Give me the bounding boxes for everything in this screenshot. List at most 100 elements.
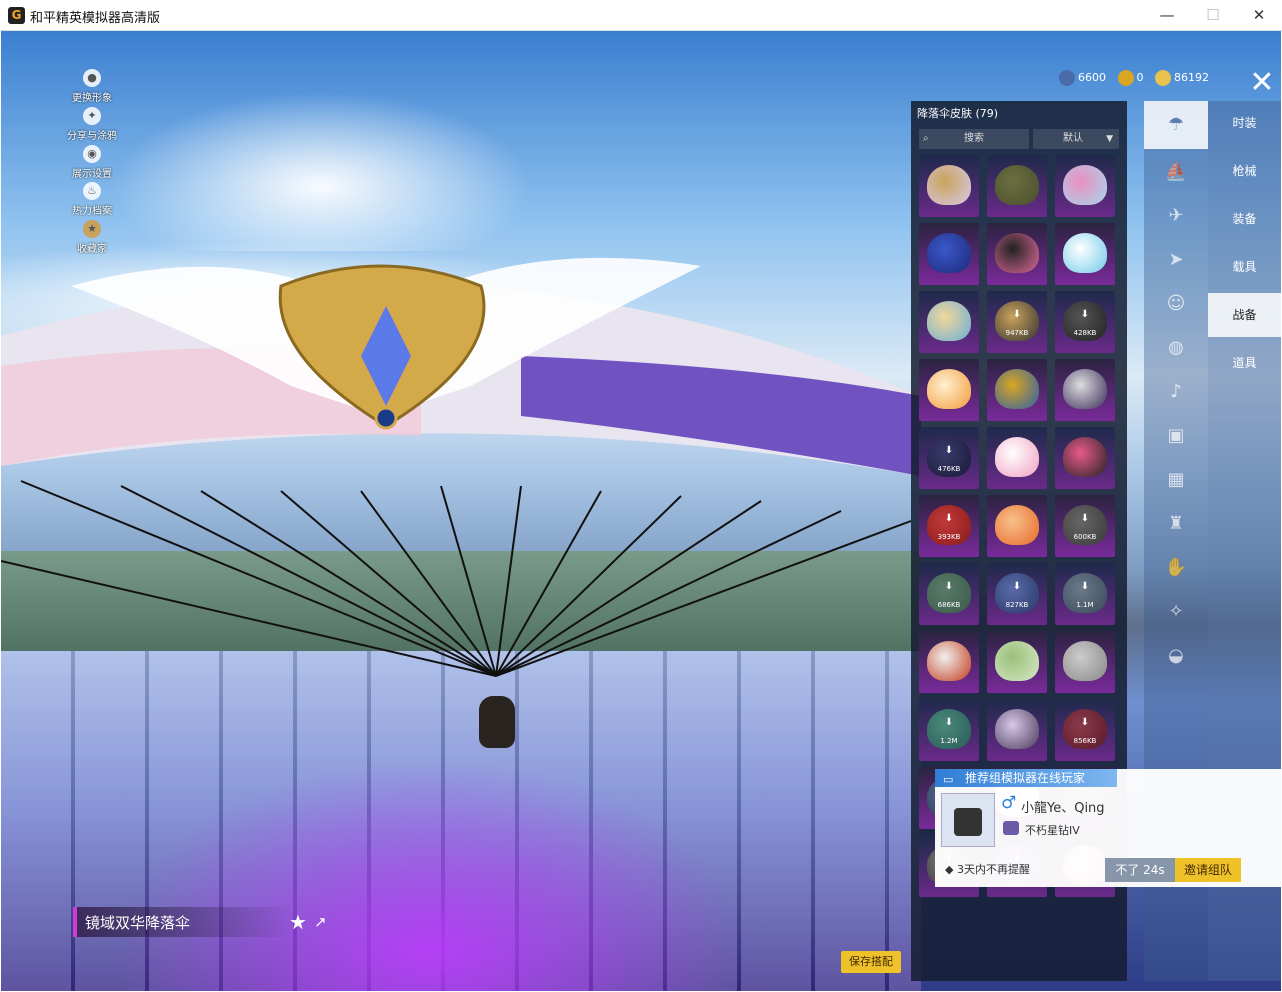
skin-item[interactable] <box>919 291 979 353</box>
emote-icon[interactable]: ☺ <box>1156 287 1196 321</box>
currency-uc: 0 <box>1117 70 1144 86</box>
minimize-button[interactable]: — <box>1144 0 1190 31</box>
menu-label: 热力档案 <box>72 206 112 217</box>
tab-4[interactable]: 战备 <box>1208 293 1281 337</box>
parachute-thumbnail <box>995 369 1039 409</box>
share-icon[interactable]: ↗ <box>314 913 327 931</box>
male-icon: ♂ <box>1001 793 1017 813</box>
magic-wand-icon[interactable]: ✧ <box>1156 595 1196 629</box>
change-avatar-button[interactable]: ● 更换形象 <box>63 69 121 104</box>
parachute-thumbnail <box>1063 165 1107 205</box>
recommended-player-popup: ▭ 推荐组模拟器在线玩家 ♂ 小龍Ye、Qing 不朽星钻IV ◆ 3天内不再提… <box>935 769 1281 887</box>
skin-item[interactable] <box>987 359 1047 421</box>
parachute-thumbnail <box>1063 641 1107 681</box>
photo-frame-icon[interactable]: ▦ <box>1156 463 1196 497</box>
download-icon: ⬇ <box>944 445 954 456</box>
skin-item[interactable] <box>1055 359 1115 421</box>
skin-item[interactable] <box>1055 155 1115 217</box>
skin-item[interactable]: ⬇ 428KB <box>1055 291 1115 353</box>
heat-profile-button[interactable]: ♨ 热力档案 <box>63 182 121 217</box>
download-size: 600KB <box>1073 533 1097 541</box>
skin-item[interactable]: ⬇ 827KB <box>987 563 1047 625</box>
extinguisher-icon[interactable]: ♜ <box>1156 507 1196 541</box>
boat-icon[interactable]: ⛵ <box>1156 155 1196 189</box>
badge-icon[interactable]: ▣ <box>1156 419 1196 453</box>
skin-item[interactable] <box>919 223 979 285</box>
parachute-thumbnail <box>995 641 1039 681</box>
parachute-thumbnail <box>1063 233 1107 273</box>
menu-label: 展示设置 <box>72 169 112 180</box>
download-icon: ⬇ <box>1080 309 1090 320</box>
menu-label: 分享与涂鸦 <box>67 131 117 142</box>
decline-button[interactable]: 不了 24s <box>1105 858 1175 882</box>
helmet-icon[interactable]: ◒ <box>1156 639 1196 673</box>
download-size: 1.2M <box>940 737 958 745</box>
sort-dropdown[interactable]: 默认 ▼ <box>1033 129 1119 149</box>
download-size: 947KB <box>1005 329 1029 337</box>
tab-0[interactable]: 时装 <box>1208 101 1281 145</box>
parachute-thumbnail <box>1063 369 1107 409</box>
skin-item[interactable]: ⬇ 1.2M <box>919 699 979 761</box>
download-size: 393KB <box>937 533 961 541</box>
parachute-icon[interactable]: ☂ <box>1144 101 1208 149</box>
skin-item[interactable] <box>919 631 979 693</box>
hand-icon[interactable]: ✋ <box>1156 551 1196 585</box>
skin-item[interactable]: ⬇ 476KB <box>919 427 979 489</box>
parachute-thumbnail <box>995 505 1039 545</box>
plane-icon[interactable]: ✈ <box>1156 199 1196 233</box>
skin-item[interactable] <box>987 427 1047 489</box>
coupon-icon <box>1059 70 1075 86</box>
invite-team-button[interactable]: 邀请组队 <box>1175 858 1241 882</box>
tab-2[interactable]: 装备 <box>1208 197 1281 241</box>
close-icon[interactable]: ✕ <box>1245 66 1279 100</box>
collector-button[interactable]: ★ 收藏家 <box>63 220 121 255</box>
speaker-icon[interactable]: ♪ <box>1156 375 1196 409</box>
parachute-thumbnail <box>1063 437 1107 477</box>
skin-item[interactable]: ⬇ 856KB <box>1055 699 1115 761</box>
download-size: 686KB <box>937 601 961 609</box>
skin-item[interactable] <box>1055 223 1115 285</box>
skin-item[interactable] <box>919 155 979 217</box>
skin-item[interactable]: ⬇ 600KB <box>1055 495 1115 557</box>
window-title: 和平精英模拟器高清版 <box>30 11 161 26</box>
skin-item[interactable] <box>987 223 1047 285</box>
search-input[interactable]: ⌕ 搜索 <box>919 129 1029 149</box>
skin-item[interactable] <box>987 631 1047 693</box>
skin-item[interactable] <box>987 495 1047 557</box>
tab-1[interactable]: 枪械 <box>1208 149 1281 193</box>
tab-5[interactable]: 道具 <box>1208 341 1281 385</box>
menu-label: 收藏家 <box>77 244 107 255</box>
download-icon: ⬇ <box>1012 309 1022 320</box>
parachute-canopy[interactable] <box>1 246 921 486</box>
tab-3[interactable]: 载具 <box>1208 245 1281 289</box>
skin-item[interactable] <box>987 699 1047 761</box>
avatar[interactable] <box>941 793 995 847</box>
parachute-thumbnail <box>927 369 971 409</box>
favorite-star-icon[interactable]: ★ <box>289 910 307 934</box>
save-outfit-button[interactable]: 保存搭配 <box>841 951 901 973</box>
skin-item[interactable] <box>1055 631 1115 693</box>
skin-item[interactable] <box>919 359 979 421</box>
popup-header: ▭ 推荐组模拟器在线玩家 <box>935 769 1117 787</box>
skin-item[interactable]: ⬇ 686KB <box>919 563 979 625</box>
robot-pet-icon[interactable]: ◍ <box>1156 331 1196 365</box>
jet-icon[interactable]: ➤ <box>1156 243 1196 277</box>
maximize-button[interactable]: ☐ <box>1190 0 1236 31</box>
share-graffiti-button[interactable]: ✦ 分享与涂鸦 <box>63 107 121 142</box>
monitor-icon: ▭ <box>943 773 954 786</box>
close-window-button[interactable]: ✕ <box>1236 0 1282 31</box>
no-remind-checkbox[interactable]: ◆ 3天内不再提醒 <box>945 861 1030 877</box>
download-size: 476KB <box>937 465 961 473</box>
skin-item[interactable] <box>1055 427 1115 489</box>
selected-item-bar: 镜域双华降落伞 <box>73 907 293 937</box>
skin-item[interactable]: ⬇ 947KB <box>987 291 1047 353</box>
search-label: 搜索 <box>964 133 984 144</box>
display-settings-button[interactable]: ◉ 展示设置 <box>63 145 121 180</box>
download-icon: ⬇ <box>944 717 954 728</box>
rank-badge-icon <box>1003 821 1019 835</box>
gold-coin-icon <box>1155 70 1171 86</box>
skin-item[interactable] <box>987 155 1047 217</box>
skin-item[interactable]: ⬇ 393KB <box>919 495 979 557</box>
currency-coupon: 6600 <box>1059 70 1106 86</box>
skin-item[interactable]: ⬇ 1.1M <box>1055 563 1115 625</box>
